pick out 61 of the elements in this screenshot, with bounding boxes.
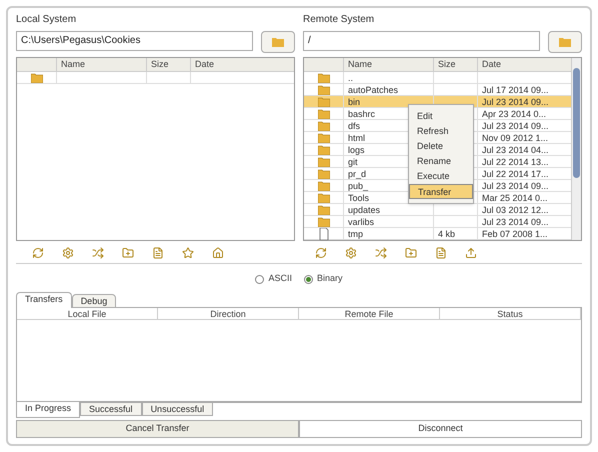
file-name: .. xyxy=(348,73,354,83)
menu-item[interactable]: Delete xyxy=(409,139,473,154)
column-header[interactable]: Name xyxy=(57,58,147,71)
file-row[interactable]: updates Jul 03 2012 12... xyxy=(304,204,571,216)
file-date: Jul 22 2014 13... xyxy=(482,157,549,167)
file-date: Jul 23 2014 09... xyxy=(482,217,549,227)
menu-item[interactable]: Rename xyxy=(409,154,473,169)
path-field[interactable]: / xyxy=(303,31,540,51)
column-header[interactable]: Date xyxy=(478,58,571,71)
file-name: tmp xyxy=(348,229,364,239)
file-name: logs xyxy=(348,145,365,155)
column-header[interactable]: Name xyxy=(344,58,434,71)
panel-title: Remote System xyxy=(303,13,376,27)
file-name: autoPatches xyxy=(348,85,398,95)
column-header[interactable]: Size xyxy=(434,58,478,71)
radio-label: Binary xyxy=(317,272,343,286)
file-name: pr_d xyxy=(348,169,366,179)
radio-label: ASCII xyxy=(268,272,292,286)
file-date: Feb 07 2008 1... xyxy=(482,229,548,239)
file-name: git xyxy=(348,157,358,167)
panel-title: Local System xyxy=(16,13,78,27)
file-name: dfs xyxy=(348,121,360,131)
file-date: Jul 03 2012 12... xyxy=(482,205,549,215)
path-field[interactable]: C:\Users\Pegasus\Cookies xyxy=(16,31,253,51)
file-name: updates xyxy=(348,205,380,215)
column-header[interactable]: Local File xyxy=(17,308,158,319)
tab[interactable]: Transfers xyxy=(16,292,72,308)
file-date: Mar 25 2014 0... xyxy=(482,193,548,203)
menu-item[interactable]: Refresh xyxy=(409,124,473,139)
tab[interactable]: Debug xyxy=(72,294,116,308)
action-button[interactable]: Cancel Transfer xyxy=(16,420,299,438)
file-size: 4 kb xyxy=(438,229,456,239)
menu-item[interactable]: Transfer xyxy=(409,184,473,199)
file-date: Jul 22 2014 17... xyxy=(482,169,549,179)
file-date: Apr 23 2014 0... xyxy=(482,109,546,119)
file-date: Jul 23 2014 04... xyxy=(482,145,549,155)
tab[interactable]: In Progress xyxy=(16,402,80,418)
file-date: Jul 23 2014 09... xyxy=(482,97,549,107)
file-name: html xyxy=(348,133,366,143)
file-date: Jul 23 2014 09... xyxy=(482,121,549,131)
file-name: varlibs xyxy=(348,217,374,227)
file-row[interactable]: autoPatches Jul 17 2014 09... xyxy=(304,84,571,96)
file-name: Tools xyxy=(348,193,370,203)
file-row[interactable]: tmp 4 kb Feb 07 2008 1... xyxy=(304,228,571,240)
column-header[interactable]: Direction xyxy=(158,308,299,319)
column-header[interactable]: Date xyxy=(191,58,294,71)
file-row[interactable]: .. xyxy=(304,72,571,84)
file-date: Jul 17 2014 09... xyxy=(482,85,549,95)
action-button[interactable]: Disconnect xyxy=(299,420,582,438)
column-header[interactable]: Size xyxy=(147,58,191,71)
tab[interactable]: Unsuccessful xyxy=(142,402,214,416)
column-header[interactable]: Remote File xyxy=(299,308,440,319)
file-name: bin xyxy=(348,97,360,107)
file-date: Nov 09 2012 1... xyxy=(482,133,548,143)
file-date: Jul 23 2014 09... xyxy=(482,181,549,191)
column-header[interactable]: Status xyxy=(440,308,581,319)
tab[interactable]: Successful xyxy=(80,402,142,416)
file-name: pub_ xyxy=(348,181,368,191)
file-row[interactable]: bin Jul 23 2014 09... xyxy=(304,96,571,108)
menu-item[interactable]: Edit xyxy=(409,109,473,124)
file-name: bashrc xyxy=(348,109,376,119)
